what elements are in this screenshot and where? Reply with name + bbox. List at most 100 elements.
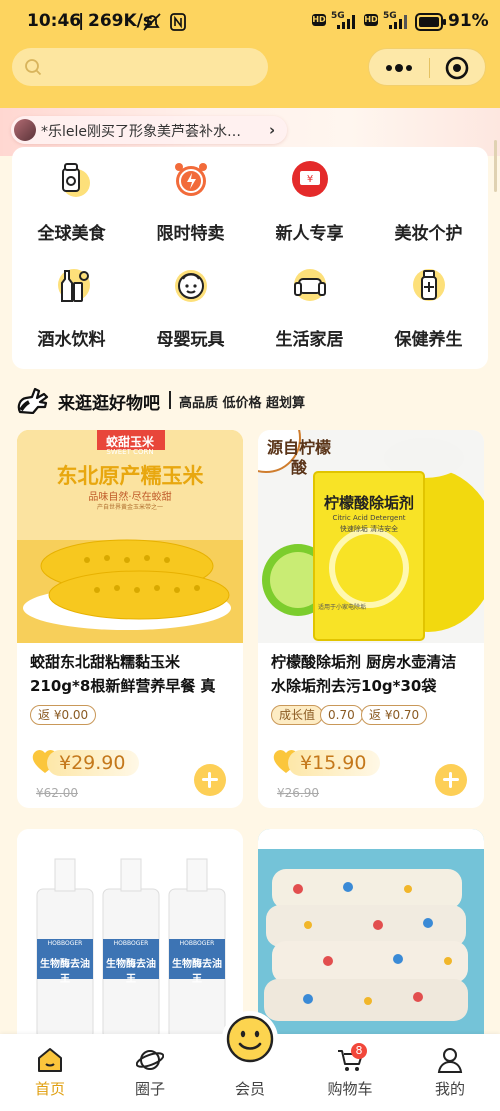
add-to-cart-button[interactable]: [194, 764, 226, 796]
hand-icon: [17, 387, 49, 414]
add-to-cart-button[interactable]: [435, 764, 467, 796]
growth-value-tag: 0.70: [320, 705, 363, 725]
image-pack-sub: 快速除垢 清洁安全: [339, 525, 399, 533]
image-brand: HOBBOGER: [113, 940, 149, 947]
svg-text:¥: ¥: [307, 174, 313, 185]
product-price: ¥29.90: [47, 750, 140, 776]
mute-icon: [143, 13, 161, 31]
image-slogan: 品味自然·尽在蛟甜: [88, 492, 172, 503]
image-small-text: 产自世界黄金玉米带之一: [96, 504, 163, 511]
miniprogram-capsule: [368, 48, 486, 86]
hd-icon: HD: [312, 14, 326, 26]
category-label: 新人专享: [275, 224, 344, 244]
signal-icon: [389, 15, 407, 29]
battery-percent: 91%: [448, 11, 489, 31]
section-divider: [169, 391, 171, 409]
more-icon[interactable]: [383, 57, 415, 79]
image-brand: HOBBOGER: [47, 940, 83, 947]
category-grid: 全球美食 限时特卖 ¥ 新人专享 美妆个护 酒水饮料 母婴玩具 生活家居 保健养…: [12, 147, 488, 369]
battery-icon: [415, 13, 446, 31]
category-label: 美妆个护: [394, 224, 463, 244]
product-price: ¥15.90: [288, 750, 381, 776]
image-badge-sub: SWEET CORN: [106, 448, 154, 456]
smiley-face-icon: [226, 1015, 274, 1063]
category-new-user[interactable]: ¥ 新人专享: [250, 147, 369, 252]
rebate-tag: 返 ¥0.00: [30, 705, 97, 725]
category-health[interactable]: 保健养生: [369, 253, 488, 358]
search-icon: [25, 59, 42, 76]
image-pack-title: 柠檬酸除垢剂: [323, 494, 414, 512]
chevron-right-icon: ›: [269, 121, 276, 139]
section-subtitle: 高品质 低价格 超划算: [179, 396, 306, 411]
image-pack-en: Citric Acid Detergent: [332, 514, 406, 522]
signal-icon: [337, 15, 355, 29]
user-icon: [437, 1048, 463, 1073]
tab-label: 购物车: [327, 1080, 373, 1098]
status-time: 10:46: [27, 11, 82, 31]
home-icon: [38, 1048, 62, 1072]
cart-badge: 8: [351, 1043, 367, 1059]
section-title: 来逛逛好物吧: [58, 394, 160, 414]
category-flash-sale[interactable]: 限时特卖: [131, 147, 250, 252]
product-name: 蛟甜东北甜粘糯黏玉米210g*8根新鲜营养早餐 真空简装 黄…: [30, 653, 216, 695]
category-home-living[interactable]: 生活家居: [250, 253, 369, 358]
status-bar: 10:46 | 269K/s HD 5G HD 5G 91%: [27, 11, 489, 31]
tab-home[interactable]: 首页: [0, 1034, 100, 1111]
tab-label: 会员: [234, 1080, 265, 1098]
scrollbar[interactable]: [494, 140, 497, 192]
health-icon: [413, 269, 445, 301]
tab-label: 圈子: [134, 1080, 165, 1098]
sofa-icon: [294, 269, 326, 301]
original-price: ¥62.00: [36, 786, 78, 800]
tab-mine[interactable]: 我的: [400, 1034, 500, 1111]
tab-label: 我的: [434, 1080, 465, 1098]
new-user-coupon-icon: ¥: [292, 161, 328, 197]
product-name: 柠檬酸除垢剂 厨房水壶清洁水除垢剂去污10g*30袋: [271, 653, 457, 695]
cosmetics-icon: [409, 159, 449, 199]
section-header: 来逛逛好物吧 高品质 低价格 超划算: [16, 386, 496, 414]
image-stamp: 源自柠檬酸: [266, 438, 331, 477]
category-label: 全球美食: [37, 224, 106, 244]
nfc-icon: [170, 13, 186, 31]
tab-circle[interactable]: 圈子: [100, 1034, 200, 1111]
growth-tag: 成长值: [271, 705, 324, 725]
category-label: 限时特卖: [156, 224, 225, 244]
category-cosmetics[interactable]: 美妆个护: [369, 147, 488, 252]
image-headline: 东北原产糯玉米: [56, 464, 204, 488]
purchase-notice[interactable]: *乐lele刚买了形象美芦荟补水… ›: [11, 116, 287, 144]
product-card[interactable]: 蛟甜玉米 SWEET CORN 东北原产糯玉米 品味自然·尽在蛟甜 产自世界黄金…: [17, 430, 243, 808]
planet-icon: [136, 1050, 164, 1070]
tab-label: 首页: [34, 1080, 65, 1098]
hd-icon: HD: [364, 14, 378, 26]
image-label: 生物酶去油王: [106, 959, 156, 985]
image-label: 生物酶去油王: [172, 959, 222, 985]
capsule-divider: [429, 58, 430, 78]
category-global-food[interactable]: 全球美食: [12, 147, 131, 252]
category-label: 酒水饮料: [37, 330, 106, 350]
tab-cart[interactable]: 购物车: [300, 1034, 400, 1111]
product-card[interactable]: 源自柠檬酸 柠檬酸除垢剂 Citric Acid Detergent 快速除垢 …: [258, 430, 484, 808]
product-card[interactable]: HOBBOGER 生物酶去油王 HOBBOGER 生物酶去油王 HOBBOGER…: [17, 829, 243, 1059]
category-label: 保健养生: [394, 330, 463, 350]
image-brand: HOBBOGER: [179, 940, 215, 947]
search-bar[interactable]: [12, 48, 268, 86]
image-label: 生物酶去油王: [40, 959, 90, 985]
drinks-icon: [58, 269, 90, 302]
food-icon: [62, 163, 90, 197]
alarm-clock-icon: [175, 163, 207, 196]
close-miniprogram-icon[interactable]: [445, 56, 469, 80]
baby-icon: [175, 270, 207, 302]
category-label: 生活家居: [275, 330, 344, 350]
original-price: ¥26.90: [277, 786, 319, 800]
category-baby-toys[interactable]: 母婴玩具: [131, 253, 250, 358]
category-drinks[interactable]: 酒水饮料: [12, 253, 131, 358]
product-image-degreaser: [17, 829, 243, 1042]
member-button[interactable]: [222, 1011, 278, 1067]
image-pack-small: 适用于小家电除垢: [318, 604, 367, 611]
product-card[interactable]: [258, 829, 484, 1059]
rebate-tag: 返 ¥0.70: [361, 705, 428, 725]
avatar: [14, 119, 36, 141]
product-image-cushions: [258, 829, 484, 1042]
category-label: 母婴玩具: [156, 330, 225, 350]
notice-text: *乐lele刚买了形象美芦荟补水…: [41, 124, 242, 140]
